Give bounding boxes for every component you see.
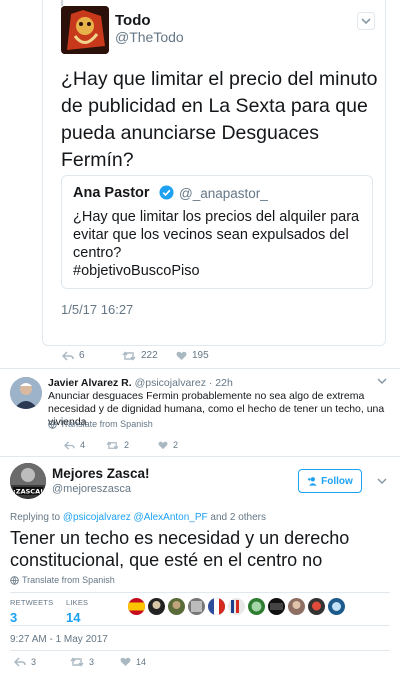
chevron-down-icon[interactable]: [357, 12, 375, 30]
svg-text:¡ZASCA!: ¡ZASCA!: [13, 488, 43, 496]
replying-to: Replying to @psicojalvarez @AlexAnton_PF…: [10, 512, 266, 523]
heart-icon: [120, 657, 131, 666]
liker-avatar[interactable]: [308, 598, 325, 615]
liker-avatars: [128, 598, 345, 615]
quoted-hashtag[interactable]: #objetivoBuscoPiso: [73, 262, 365, 280]
follow-button[interactable]: Follow: [298, 469, 362, 493]
retweet-button[interactable]: 2: [106, 440, 129, 450]
quoted-text: ¿Hay que limitar los precios del alquile…: [73, 208, 365, 280]
reply-button[interactable]: 3: [14, 657, 36, 667]
like-button[interactable]: 2: [158, 440, 178, 450]
liker-avatar[interactable]: [288, 598, 305, 615]
heart-icon: [158, 441, 168, 449]
reply-button[interactable]: 4: [64, 440, 85, 450]
quoted-tweet[interactable]: Ana Pastor @_anapastor_ ¿Hay que limitar…: [61, 175, 373, 289]
divider: [0, 368, 400, 369]
reply-count: 6: [79, 350, 85, 361]
translate-link[interactable]: Translate from Spanish: [48, 419, 153, 429]
avatar[interactable]: ¡ZASCA!: [10, 463, 46, 499]
quoted-author-handle: @_anapastor_: [179, 186, 268, 201]
divider: [10, 625, 390, 626]
timestamp[interactable]: 9:27 AM - 1 May 2017: [10, 634, 108, 645]
translate-label: Translate from Spanish: [60, 419, 153, 429]
reply-button[interactable]: 6: [62, 350, 85, 361]
liker-avatar[interactable]: [188, 598, 205, 615]
tweet-time[interactable]: · 22h: [209, 377, 233, 389]
translate-link[interactable]: Translate from Spanish: [10, 575, 115, 585]
divider: [0, 456, 400, 457]
divider: [10, 650, 390, 651]
like-count: 14: [136, 657, 147, 667]
author-handle[interactable]: @mejoreszasca: [52, 483, 131, 495]
retweet-icon: [122, 350, 136, 361]
reply-icon: [64, 440, 75, 450]
like-count: 195: [192, 350, 209, 361]
divider: [10, 592, 390, 593]
like-button[interactable]: 195: [176, 350, 209, 361]
liker-avatar[interactable]: [328, 598, 345, 615]
main-tweet-card: Todo @TheTodo ¿Hay que limitar el precio…: [42, 0, 386, 346]
like-button[interactable]: 14: [120, 657, 146, 667]
reply-prefix: Replying to: [10, 512, 63, 523]
liker-avatar[interactable]: [228, 598, 245, 615]
tweet-text: Tener un techo es necesidad y un derecho…: [10, 528, 350, 570]
retweet-count: 2: [124, 440, 130, 450]
avatar[interactable]: [10, 377, 42, 409]
reply-users-link[interactable]: @psicojalvarez @AlexAnton_PF: [63, 512, 208, 523]
likes-label: LIKES: [66, 598, 89, 607]
quoted-text-line: ¿Hay que limitar los precios del alquile…: [73, 209, 360, 225]
heart-icon: [176, 351, 187, 360]
retweets-count: 3: [10, 610, 18, 625]
quoted-author-name: Ana Pastor: [73, 185, 150, 201]
retweet-button[interactable]: 3: [70, 657, 94, 667]
liker-avatar[interactable]: [168, 598, 185, 615]
liker-avatar[interactable]: [208, 598, 225, 615]
verified-badge-icon: [159, 185, 174, 200]
retweet-button[interactable]: 222: [122, 350, 158, 361]
translate-label: Translate from Spanish: [22, 575, 115, 585]
author-name[interactable]: Mejores Zasca!: [52, 466, 150, 481]
likes-count: 14: [66, 610, 81, 625]
quoted-text-line: evitar que los vecinos sean expulsados d…: [73, 227, 349, 243]
quoted-text-line: centro?: [73, 245, 122, 261]
tweet-text: ¿Hay que limitar el precio del minuto de…: [61, 68, 378, 171]
todo-logo-icon: [61, 6, 109, 54]
avatar[interactable]: [61, 6, 109, 54]
author-name[interactable]: Todo: [115, 12, 151, 29]
author-handle[interactable]: @psicojalvarez: [135, 377, 206, 389]
like-count: 2: [173, 440, 179, 450]
retweet-count: 3: [89, 657, 95, 667]
user-photo-icon: [10, 377, 42, 409]
author-line[interactable]: Javier Alvarez R. @psicojalvarez · 22h: [48, 377, 233, 389]
timestamp[interactable]: 1/5/17 16:27: [61, 302, 133, 317]
liker-avatar[interactable]: [248, 598, 265, 615]
globe-icon: [48, 419, 57, 429]
liker-avatar[interactable]: [268, 598, 285, 615]
likes-stat[interactable]: LIKES 14: [66, 598, 88, 625]
reply-count: 4: [80, 440, 86, 450]
zasca-logo-icon: ¡ZASCA!: [10, 463, 46, 499]
retweet-icon: [106, 440, 119, 450]
reply-count: 3: [31, 657, 37, 667]
author-handle[interactable]: @TheTodo: [115, 29, 184, 45]
retweets-stat[interactable]: RETWEETS 3: [10, 598, 53, 625]
reply-suffix[interactable]: and 2 others: [208, 512, 266, 523]
retweets-label: RETWEETS: [10, 598, 54, 607]
add-user-icon: [307, 477, 317, 486]
liker-avatar[interactable]: [148, 598, 165, 615]
globe-icon: [10, 575, 19, 585]
thread-line: [61, 0, 63, 6]
reply-icon: [62, 350, 74, 361]
retweet-icon: [70, 657, 84, 667]
chevron-down-icon[interactable]: [376, 375, 388, 387]
follow-label: Follow: [321, 475, 353, 487]
chevron-down-icon[interactable]: [376, 475, 388, 487]
retweet-count: 222: [141, 350, 158, 361]
liker-avatar[interactable]: [128, 598, 145, 615]
reply-icon: [14, 657, 26, 667]
author-name[interactable]: Javier Alvarez R.: [48, 377, 132, 389]
